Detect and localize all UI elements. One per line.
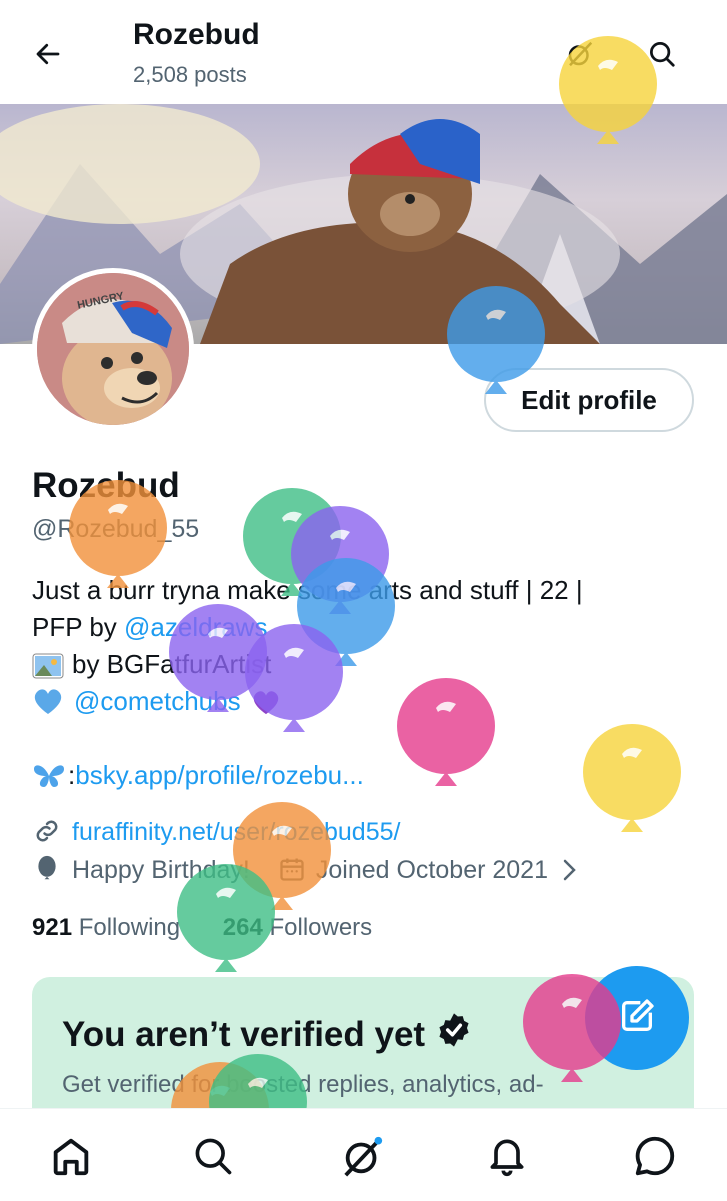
- following-stat[interactable]: 921 Following: [32, 914, 180, 941]
- balloon-icon: [32, 854, 64, 886]
- butterfly-icon: [32, 761, 66, 791]
- arrow-left-icon[interactable]: [28, 34, 68, 74]
- balloon-decoration: [290, 504, 390, 634]
- bio-pfp-label: PFP by: [32, 612, 125, 642]
- bio-line-bsky: : bsky.app/profile/rozebu...: [32, 757, 364, 794]
- grok-tab-icon[interactable]: [336, 1129, 390, 1183]
- bio-line-3: by BGFatfurArtist: [32, 646, 271, 683]
- birthday-joined-row: Happy Birthday! Joined October 2021: [32, 854, 584, 886]
- bsky-link[interactable]: bsky.app/profile/rozebu...: [75, 757, 364, 794]
- search-icon[interactable]: [642, 34, 682, 74]
- messages-icon[interactable]: [628, 1129, 682, 1183]
- post-count: 2,508 posts: [133, 62, 247, 87]
- page-title: Rozebud: [133, 18, 260, 51]
- profile-handle: @Rozebud_55: [32, 515, 200, 543]
- bio-banner-credit: by BGFatfurArtist: [72, 649, 272, 679]
- search-tab-icon[interactable]: [186, 1129, 240, 1183]
- home-icon[interactable]: [44, 1129, 98, 1183]
- azeldraws-link[interactable]: @azeldraws: [124, 612, 267, 642]
- bio-line-1: Just a burr tryna make some arts and stu…: [32, 575, 583, 605]
- profile-name: Rozebud: [32, 466, 180, 505]
- verify-text: Get verified for boosted replies, analyt…: [62, 1071, 544, 1098]
- top-header: Rozebud 2,508 posts: [0, 0, 727, 104]
- avatar[interactable]: HUNGRY: [32, 268, 194, 430]
- balloon-decoration: [582, 722, 682, 852]
- landscape-photo-icon: [32, 652, 64, 678]
- notifications-icon[interactable]: [480, 1129, 534, 1183]
- compose-button[interactable]: [585, 966, 689, 1070]
- grok-icon[interactable]: [560, 34, 600, 74]
- bsky-prefix: :: [68, 760, 76, 790]
- verified-badge-icon: [435, 1011, 473, 1058]
- joined-text: Joined October 2021: [315, 855, 548, 884]
- link-icon: [32, 816, 64, 848]
- birthday-text: Happy Birthday!: [72, 855, 250, 884]
- bio-line-2: PFP by @azeldraws: [32, 609, 267, 646]
- calendar-icon: [278, 855, 308, 885]
- compose-icon: [617, 996, 657, 1041]
- bio-line-4: @cometchubs: [32, 683, 281, 720]
- purple-heart-icon: [251, 689, 281, 715]
- followers-stat[interactable]: 264 Followers: [223, 914, 372, 941]
- edit-profile-button[interactable]: Edit profile: [484, 368, 694, 432]
- blue-heart-icon: [32, 688, 64, 716]
- follow-stats: 921 Following 264 Followers: [32, 914, 372, 942]
- bottom-tab-bar: [0, 1108, 727, 1201]
- balloon-decoration: [396, 676, 496, 806]
- website-row: furaffinity.net/user/rozebud55/: [32, 816, 400, 848]
- cometchubs-link[interactable]: @cometchubs: [74, 683, 241, 720]
- website-link[interactable]: furaffinity.net/user/rozebud55/: [72, 818, 400, 847]
- chevron-right-icon[interactable]: [560, 855, 584, 885]
- verify-title: You aren’t verified yet: [62, 1011, 473, 1058]
